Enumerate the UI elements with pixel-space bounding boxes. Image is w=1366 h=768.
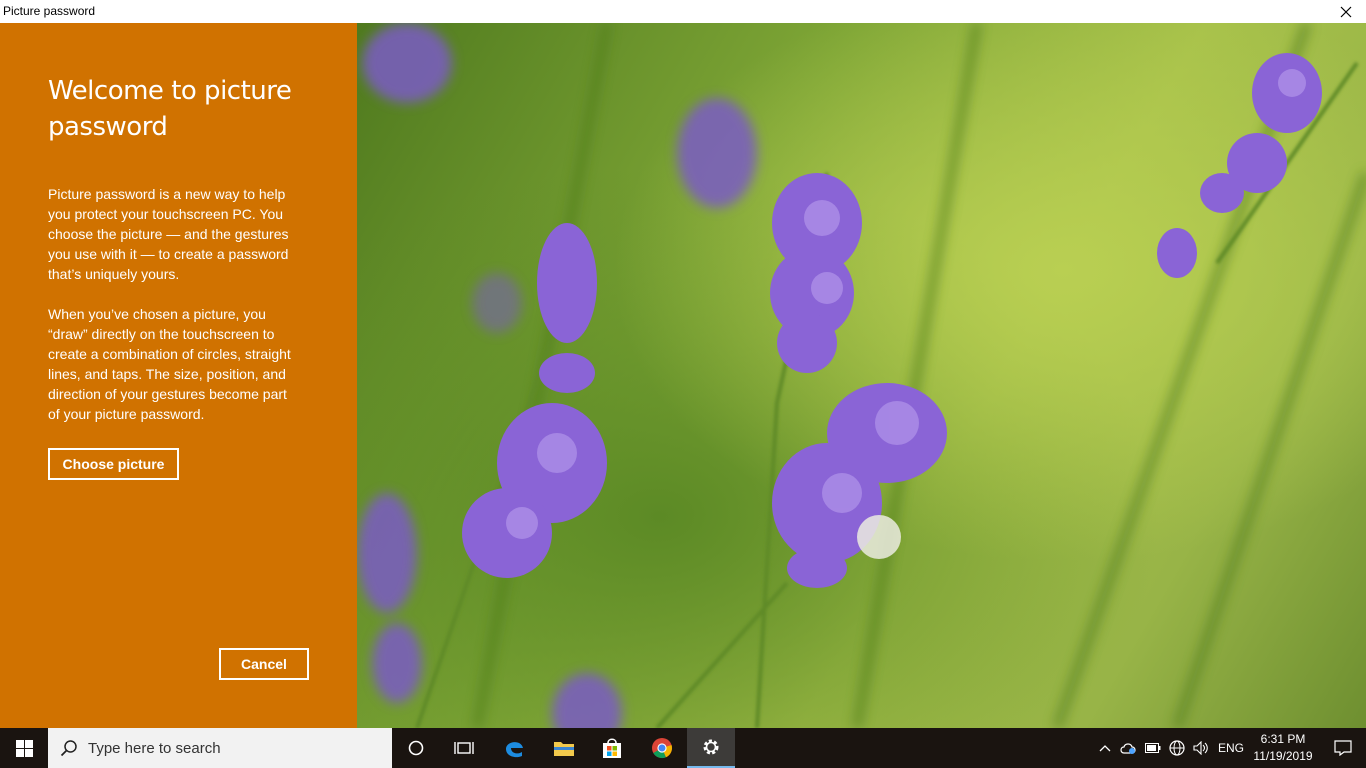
battery-icon — [1145, 743, 1161, 753]
volume-tray-button[interactable] — [1190, 728, 1212, 768]
edge-icon — [506, 742, 523, 758]
store-button[interactable] — [588, 728, 636, 768]
cancel-button[interactable]: Cancel — [219, 648, 309, 680]
page-title: Welcome to picture password — [48, 76, 292, 142]
store-icon — [603, 738, 621, 758]
start-button[interactable] — [0, 728, 48, 768]
chevron-up-icon — [1099, 745, 1111, 752]
globe-icon — [1169, 740, 1185, 756]
taskbar: Type here to search ENG 6:31 PM 11/19/20… — [0, 728, 1366, 768]
speaker-icon — [1193, 741, 1208, 755]
cloud-sync-icon — [1120, 743, 1136, 754]
onedrive-tray-button[interactable] — [1118, 728, 1140, 768]
title-bar: Picture password — [0, 0, 1366, 23]
task-view-icon — [454, 742, 474, 754]
windows-logo-icon — [15, 739, 33, 757]
settings-button[interactable] — [687, 728, 735, 768]
input-language-button[interactable]: ENG — [1214, 728, 1248, 768]
file-explorer-button[interactable] — [540, 728, 588, 768]
info-panel: Welcome to picture password Picture pass… — [0, 23, 357, 728]
chrome-icon — [652, 738, 672, 759]
description-paragraph-2: When you’ve chosen a picture, you “draw”… — [48, 306, 291, 422]
close-icon — [1340, 6, 1352, 17]
search-icon — [60, 739, 78, 757]
edge-button[interactable] — [490, 728, 538, 768]
search-box[interactable]: Type here to search — [48, 728, 392, 768]
task-view-button[interactable] — [440, 728, 488, 768]
show-hidden-icons-button[interactable] — [1094, 728, 1116, 768]
touch-indicator — [857, 515, 901, 559]
battery-tray-button[interactable] — [1142, 728, 1164, 768]
cortana-icon — [408, 740, 424, 756]
description-paragraph-1: Picture password is a new way to help yo… — [48, 186, 289, 282]
clock[interactable]: 6:31 PM 11/19/2019 — [1250, 728, 1316, 768]
file-explorer-icon — [554, 742, 574, 756]
action-center-button[interactable] — [1320, 728, 1366, 768]
clock-date: 11/19/2019 — [1253, 749, 1313, 763]
notification-icon — [1334, 740, 1352, 756]
close-button[interactable] — [1326, 0, 1366, 23]
clock-time: 6:31 PM — [1260, 732, 1306, 746]
network-tray-button[interactable] — [1166, 728, 1188, 768]
settings-icon — [703, 739, 719, 755]
lavender-photo — [357, 23, 1366, 728]
cortana-button[interactable] — [392, 728, 440, 768]
window-title: Picture password — [3, 4, 96, 18]
search-placeholder: Type here to search — [88, 739, 221, 757]
chrome-button[interactable] — [638, 728, 686, 768]
picture-area[interactable] — [357, 23, 1366, 728]
choose-picture-button[interactable]: Choose picture — [48, 448, 179, 480]
